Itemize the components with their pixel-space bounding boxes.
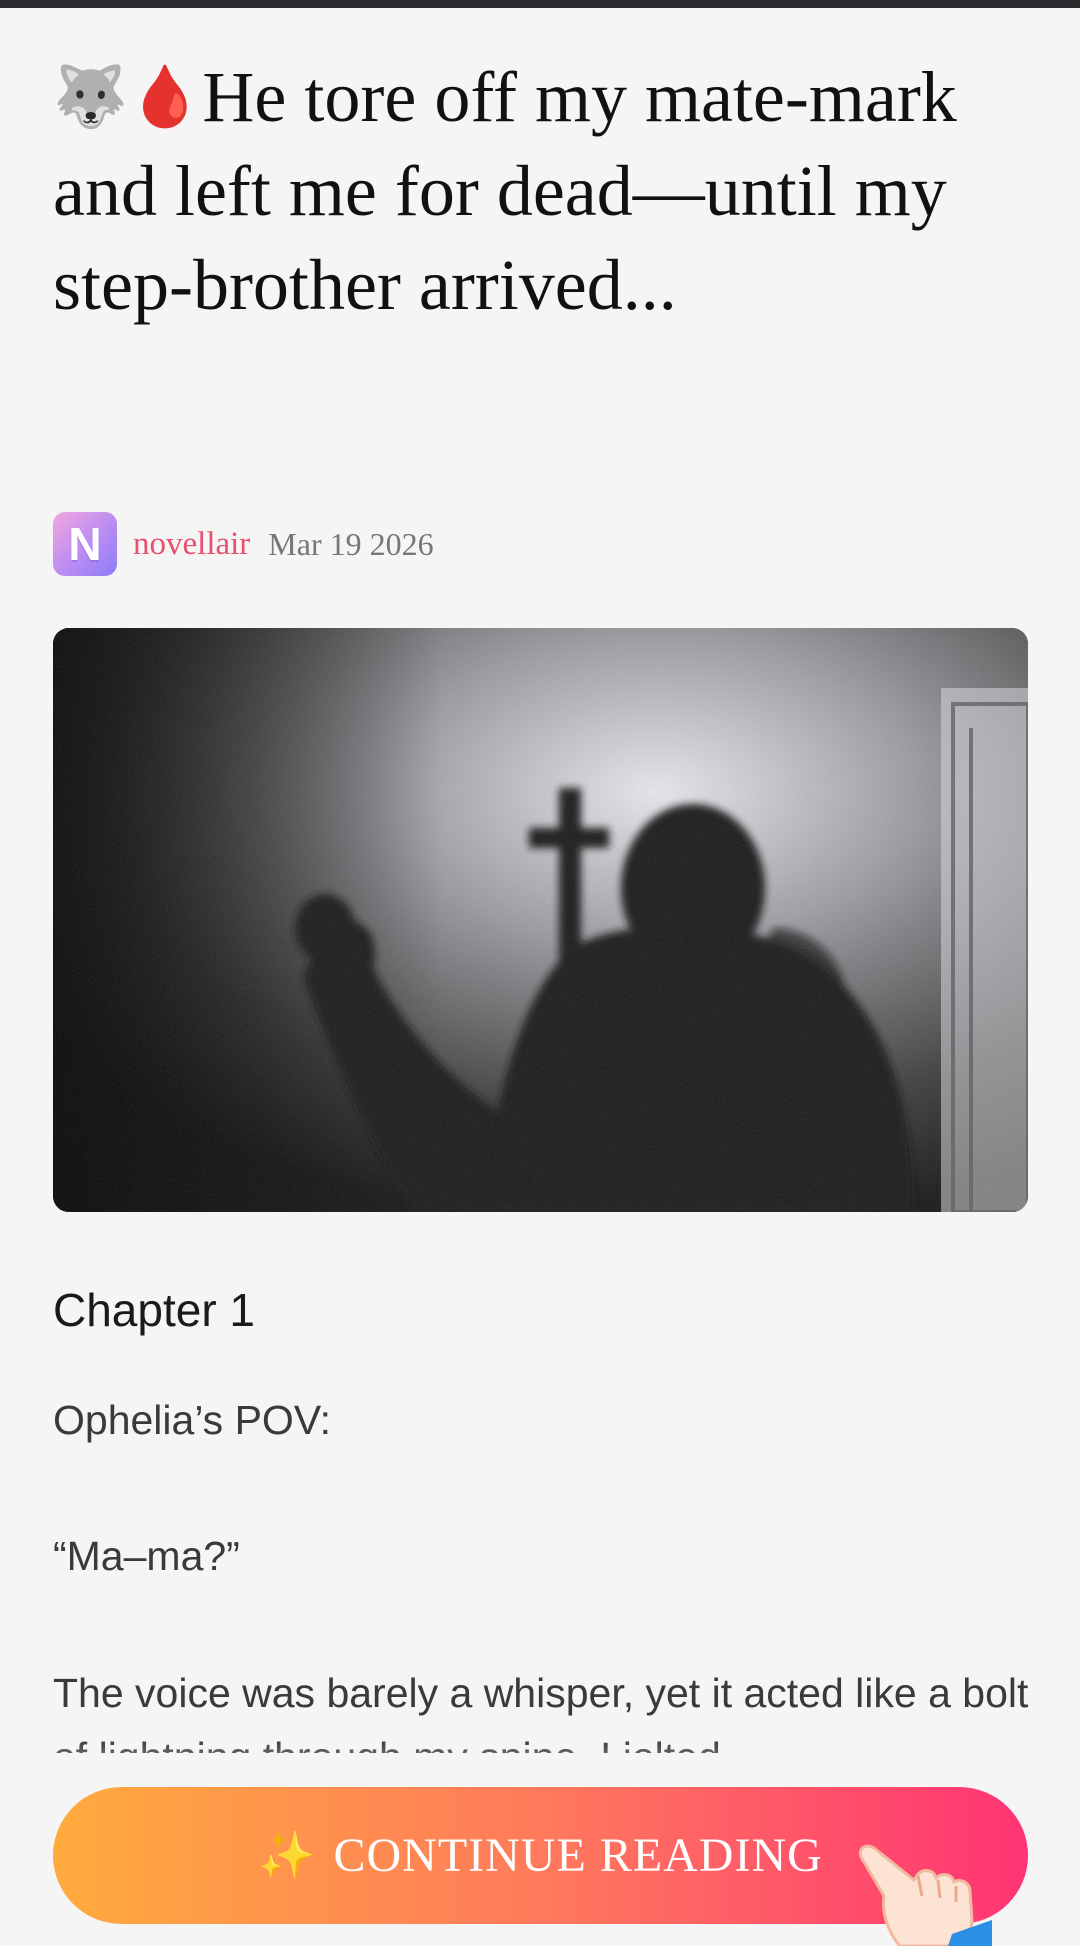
top-status-bar <box>0 0 1080 8</box>
pointing-hand-icon <box>858 1844 992 1946</box>
author-row: N novellair Mar 19 2026 <box>53 512 434 576</box>
article-title: 🐺🩸He tore off my mate-mark and left me f… <box>53 50 1033 332</box>
story-paragraph: “Ma–ma?” <box>53 1533 240 1579</box>
story-paragraph: Ophelia’s POV: <box>53 1397 332 1443</box>
avatar-letter: N <box>68 518 102 570</box>
wolf-blood-emoji-icon: 🐺🩸 <box>53 62 203 132</box>
hero-image-illustration <box>53 628 1028 1212</box>
post-date: Mar 19 2026 <box>268 525 434 562</box>
article-hero-image <box>53 628 1028 1212</box>
author-avatar[interactable]: N <box>53 512 117 576</box>
sparkles-icon: ✨ <box>258 1828 316 1882</box>
continue-reading-label: CONTINUE READING <box>333 1829 823 1882</box>
chapter-heading: Chapter 1 <box>53 1284 256 1336</box>
author-name-link[interactable]: novellair <box>133 526 250 563</box>
